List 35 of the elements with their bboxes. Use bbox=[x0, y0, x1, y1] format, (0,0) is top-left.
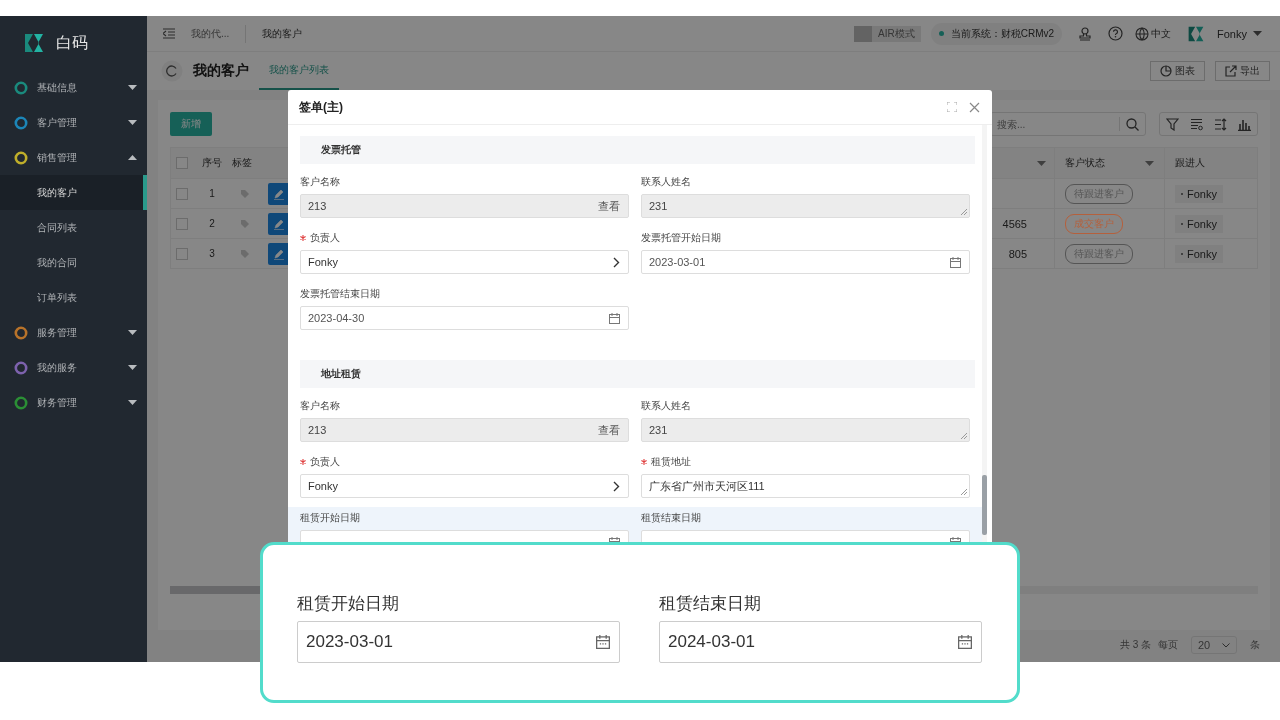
follower-chip: Fonky bbox=[1175, 244, 1223, 263]
follower-chip: Fonky bbox=[1175, 184, 1223, 203]
field-label: 客户名称 bbox=[300, 175, 341, 189]
field-label: 租赁结束日期 bbox=[641, 511, 702, 525]
field-label: 租赁开始日期 bbox=[300, 511, 361, 525]
field-label: 负责人 bbox=[300, 231, 629, 245]
page-title: 我的客户 bbox=[193, 62, 249, 80]
column-header: 序号 bbox=[201, 156, 223, 170]
table-cell-text: 3 bbox=[208, 247, 216, 261]
follower-chip: Fonky bbox=[1175, 214, 1223, 233]
column-header: 标签 bbox=[231, 156, 253, 170]
table-cell-text: 2 bbox=[208, 217, 216, 231]
field-label: 客户名称 bbox=[300, 399, 341, 413]
column-header: 客户状态 bbox=[1065, 156, 1105, 170]
field-label: 联系人姓名 bbox=[641, 175, 692, 189]
field-label: 负责人 bbox=[300, 455, 629, 469]
section-header: 发票托管 bbox=[300, 136, 975, 164]
column-header: 跟进人 bbox=[1164, 148, 1257, 178]
system-badge: 当前系统：财税CRMv2 bbox=[930, 22, 1063, 45]
table-cell: 805 bbox=[1008, 247, 1027, 260]
field-label: 联系人姓名 bbox=[641, 399, 692, 413]
status-tag: 成交客户 bbox=[1065, 213, 1123, 234]
dialog-title: 签单(主) bbox=[299, 98, 343, 116]
table-cell-text: 1 bbox=[208, 187, 216, 201]
field-label: 租赁结束日期 bbox=[659, 593, 762, 612]
field-label: 租赁开始日期 bbox=[297, 593, 400, 612]
page-size-unit: 条 bbox=[1250, 638, 1260, 652]
field-label: 发票托管开始日期 bbox=[641, 231, 722, 245]
page-size-label: 每页 bbox=[1158, 638, 1178, 652]
logo-text: 白码 bbox=[56, 32, 88, 53]
total-count: 共 3 条 bbox=[1119, 638, 1151, 652]
table-cell: 4565 bbox=[1002, 217, 1027, 230]
section-header: 地址租赁 bbox=[300, 360, 975, 388]
field-label: 租赁地址 bbox=[641, 455, 970, 469]
field-label: 发票托管结束日期 bbox=[300, 287, 381, 301]
